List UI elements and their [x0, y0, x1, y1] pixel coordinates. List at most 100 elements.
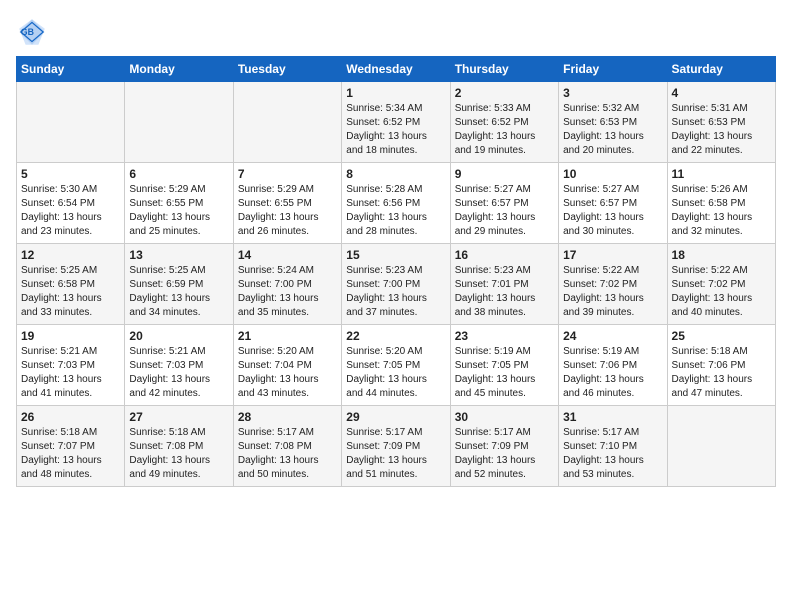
logo-icon: GB [16, 16, 48, 48]
day-info: Sunrise: 5:17 AM Sunset: 7:09 PM Dayligh… [346, 426, 445, 482]
calendar-cell: 29 Sunrise: 5:17 AM Sunset: 7:09 PM Dayli… [342, 406, 450, 487]
weekday-header: Thursday [450, 57, 558, 82]
day-info: Sunrise: 5:34 AM Sunset: 6:52 PM Dayligh… [346, 102, 445, 158]
weekday-header: Monday [125, 57, 233, 82]
calendar-week-row: 26 Sunrise: 5:18 AM Sunset: 7:07 PM Dayli… [17, 406, 776, 487]
calendar-cell: 18Sunrise: 5:22 AM Sunset: 7:02 PM Dayli… [667, 244, 775, 325]
day-info: Sunrise: 5:22 AM Sunset: 7:02 PM Dayligh… [672, 264, 771, 320]
day-number: 19 [21, 329, 120, 343]
day-number: 10 [563, 167, 662, 181]
weekday-header: Friday [559, 57, 667, 82]
calendar-cell: 1 Sunrise: 5:34 AM Sunset: 6:52 PM Daylig… [342, 82, 450, 163]
calendar-cell: 24 Sunrise: 5:19 AM Sunset: 7:06 PM Dayli… [559, 325, 667, 406]
day-number: 30 [455, 410, 554, 424]
day-info: Sunrise: 5:25 AM Sunset: 6:58 PM Dayligh… [21, 264, 120, 320]
day-info: Sunrise: 5:31 AM Sunset: 6:53 PM Dayligh… [672, 102, 771, 158]
day-info: Sunrise: 5:18 AM Sunset: 7:08 PM Dayligh… [129, 426, 228, 482]
calendar-cell: 10Sunrise: 5:27 AM Sunset: 6:57 PM Dayli… [559, 163, 667, 244]
day-info: Sunrise: 5:23 AM Sunset: 7:00 PM Dayligh… [346, 264, 445, 320]
day-info: Sunrise: 5:17 AM Sunset: 7:08 PM Dayligh… [238, 426, 337, 482]
day-number: 26 [21, 410, 120, 424]
day-number: 29 [346, 410, 445, 424]
calendar-week-row: 5 Sunrise: 5:30 AM Sunset: 6:54 PM Daylig… [17, 163, 776, 244]
day-number: 16 [455, 248, 554, 262]
day-info: Sunrise: 5:30 AM Sunset: 6:54 PM Dayligh… [21, 183, 120, 239]
day-info: Sunrise: 5:19 AM Sunset: 7:05 PM Dayligh… [455, 345, 554, 401]
weekday-header: Sunday [17, 57, 125, 82]
day-info: Sunrise: 5:17 AM Sunset: 7:09 PM Dayligh… [455, 426, 554, 482]
calendar-cell: 11 Sunrise: 5:26 AM Sunset: 6:58 PM Dayli… [667, 163, 775, 244]
calendar-cell [667, 406, 775, 487]
calendar-cell: 22 Sunrise: 5:20 AM Sunset: 7:05 PM Dayli… [342, 325, 450, 406]
day-info: Sunrise: 5:21 AM Sunset: 7:03 PM Dayligh… [21, 345, 120, 401]
day-info: Sunrise: 5:22 AM Sunset: 7:02 PM Dayligh… [563, 264, 662, 320]
day-number: 5 [21, 167, 120, 181]
calendar-cell: 8Sunrise: 5:28 AM Sunset: 6:56 PM Daylig… [342, 163, 450, 244]
day-info: Sunrise: 5:29 AM Sunset: 6:55 PM Dayligh… [238, 183, 337, 239]
day-number: 31 [563, 410, 662, 424]
day-info: Sunrise: 5:19 AM Sunset: 7:06 PM Dayligh… [563, 345, 662, 401]
day-number: 27 [129, 410, 228, 424]
calendar-cell: 14Sunrise: 5:24 AM Sunset: 7:00 PM Dayli… [233, 244, 341, 325]
svg-text:GB: GB [21, 27, 34, 37]
day-info: Sunrise: 5:26 AM Sunset: 6:58 PM Dayligh… [672, 183, 771, 239]
logo: GB [16, 16, 52, 48]
day-info: Sunrise: 5:18 AM Sunset: 7:07 PM Dayligh… [21, 426, 120, 482]
day-number: 20 [129, 329, 228, 343]
calendar-cell: 2 Sunrise: 5:33 AM Sunset: 6:52 PM Daylig… [450, 82, 558, 163]
day-number: 1 [346, 86, 445, 100]
day-number: 17 [563, 248, 662, 262]
day-number: 12 [21, 248, 120, 262]
day-number: 7 [238, 167, 337, 181]
calendar-cell: 25Sunrise: 5:18 AM Sunset: 7:06 PM Dayli… [667, 325, 775, 406]
calendar-body: 1 Sunrise: 5:34 AM Sunset: 6:52 PM Daylig… [17, 82, 776, 487]
calendar-cell: 19 Sunrise: 5:21 AM Sunset: 7:03 PM Dayli… [17, 325, 125, 406]
calendar-cell: 23 Sunrise: 5:19 AM Sunset: 7:05 PM Dayli… [450, 325, 558, 406]
calendar-cell: 20 Sunrise: 5:21 AM Sunset: 7:03 PM Dayli… [125, 325, 233, 406]
calendar-cell: 4 Sunrise: 5:31 AM Sunset: 6:53 PM Daylig… [667, 82, 775, 163]
day-number: 11 [672, 167, 771, 181]
calendar-cell: 17 Sunrise: 5:22 AM Sunset: 7:02 PM Dayli… [559, 244, 667, 325]
day-number: 24 [563, 329, 662, 343]
calendar-table: SundayMondayTuesdayWednesdayThursdayFrid… [16, 56, 776, 487]
weekday-header: Wednesday [342, 57, 450, 82]
day-number: 13 [129, 248, 228, 262]
calendar-cell: 30 Sunrise: 5:17 AM Sunset: 7:09 PM Dayli… [450, 406, 558, 487]
weekday-header: Saturday [667, 57, 775, 82]
day-number: 14 [238, 248, 337, 262]
day-info: Sunrise: 5:29 AM Sunset: 6:55 PM Dayligh… [129, 183, 228, 239]
calendar-cell: 16 Sunrise: 5:23 AM Sunset: 7:01 PM Dayli… [450, 244, 558, 325]
calendar-week-row: 1 Sunrise: 5:34 AM Sunset: 6:52 PM Daylig… [17, 82, 776, 163]
day-number: 6 [129, 167, 228, 181]
calendar-week-row: 19 Sunrise: 5:21 AM Sunset: 7:03 PM Dayli… [17, 325, 776, 406]
day-info: Sunrise: 5:23 AM Sunset: 7:01 PM Dayligh… [455, 264, 554, 320]
page-header: GB [16, 16, 776, 48]
day-number: 9 [455, 167, 554, 181]
calendar-week-row: 12 Sunrise: 5:25 AM Sunset: 6:58 PM Dayli… [17, 244, 776, 325]
calendar-cell: 12 Sunrise: 5:25 AM Sunset: 6:58 PM Dayli… [17, 244, 125, 325]
calendar-cell [125, 82, 233, 163]
day-number: 15 [346, 248, 445, 262]
day-info: Sunrise: 5:20 AM Sunset: 7:04 PM Dayligh… [238, 345, 337, 401]
calendar-cell [17, 82, 125, 163]
calendar-cell: 27 Sunrise: 5:18 AM Sunset: 7:08 PM Dayli… [125, 406, 233, 487]
day-number: 2 [455, 86, 554, 100]
day-number: 22 [346, 329, 445, 343]
day-number: 4 [672, 86, 771, 100]
calendar-cell: 31Sunrise: 5:17 AM Sunset: 7:10 PM Dayli… [559, 406, 667, 487]
day-info: Sunrise: 5:33 AM Sunset: 6:52 PM Dayligh… [455, 102, 554, 158]
day-info: Sunrise: 5:20 AM Sunset: 7:05 PM Dayligh… [346, 345, 445, 401]
weekday-row: SundayMondayTuesdayWednesdayThursdayFrid… [17, 57, 776, 82]
day-info: Sunrise: 5:32 AM Sunset: 6:53 PM Dayligh… [563, 102, 662, 158]
day-number: 21 [238, 329, 337, 343]
day-info: Sunrise: 5:25 AM Sunset: 6:59 PM Dayligh… [129, 264, 228, 320]
calendar-cell: 15 Sunrise: 5:23 AM Sunset: 7:00 PM Dayli… [342, 244, 450, 325]
day-info: Sunrise: 5:27 AM Sunset: 6:57 PM Dayligh… [455, 183, 554, 239]
day-number: 23 [455, 329, 554, 343]
day-number: 28 [238, 410, 337, 424]
calendar-cell: 6 Sunrise: 5:29 AM Sunset: 6:55 PM Daylig… [125, 163, 233, 244]
day-info: Sunrise: 5:18 AM Sunset: 7:06 PM Dayligh… [672, 345, 771, 401]
calendar-cell: 13 Sunrise: 5:25 AM Sunset: 6:59 PM Dayli… [125, 244, 233, 325]
day-number: 8 [346, 167, 445, 181]
day-info: Sunrise: 5:21 AM Sunset: 7:03 PM Dayligh… [129, 345, 228, 401]
